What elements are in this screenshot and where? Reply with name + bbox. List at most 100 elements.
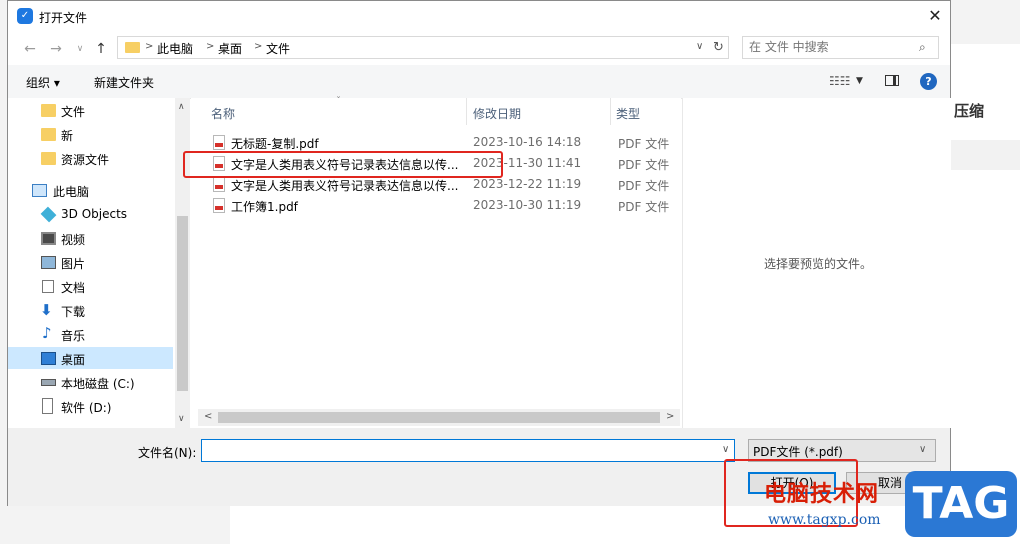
organize-button[interactable]: 组织 ▾ — [26, 74, 60, 91]
cube-icon — [40, 206, 57, 223]
folder-icon — [41, 152, 56, 165]
background-text: 压缩 — [954, 102, 985, 120]
column-header-name[interactable]: 名称 — [211, 105, 235, 122]
preview-placeholder: 选择要预览的文件。 — [764, 257, 873, 271]
sidebar-item-label: 文档 — [61, 281, 86, 295]
scroll-down-icon[interactable]: ∨ — [178, 414, 185, 424]
chevron-right-icon: > — [254, 41, 263, 52]
search-icon[interactable]: ⌕ — [919, 40, 926, 55]
download-icon: ⬇ — [40, 301, 53, 319]
sidebar-item-documents[interactable]: 文档 — [8, 275, 173, 297]
pdf-file-icon — [213, 177, 225, 192]
forward-arrow-icon[interactable]: → — [46, 41, 66, 57]
chevron-down-icon[interactable]: ∨ — [919, 444, 926, 455]
background-strip — [950, 140, 1020, 170]
breadcrumb-this-pc[interactable]: 此电脑 — [157, 40, 193, 57]
folder-icon — [41, 128, 56, 141]
file-date: 2023-10-30 11:19 — [473, 198, 582, 212]
preview-pane-icon[interactable] — [885, 75, 899, 86]
sidebar-item-label: 此电脑 — [53, 185, 90, 199]
breadcrumb-desktop[interactable]: 桌面 — [218, 40, 242, 57]
sidebar-item-label: 视频 — [61, 233, 86, 247]
preview-pane: 选择要预览的文件。 — [682, 98, 951, 428]
sidebar-item-drive-c[interactable]: 本地磁盘 (C:) — [8, 371, 173, 393]
sidebar-item-pictures[interactable]: 图片 — [8, 251, 173, 273]
sidebar-item-label: 资源文件 — [61, 153, 110, 167]
help-icon[interactable]: ? — [920, 73, 937, 90]
film-icon — [41, 232, 56, 245]
dialog-title: 打开文件 — [39, 11, 88, 25]
column-header-type[interactable]: 类型 — [616, 105, 640, 122]
file-row[interactable]: 无标题-复制.pdf 2023-10-16 14:18 PDF 文件 — [211, 132, 671, 153]
sidebar-item-3d-objects[interactable]: 3D Objects — [8, 203, 173, 225]
filename-input[interactable] — [206, 443, 706, 457]
file-date: 2023-12-22 11:19 — [473, 177, 582, 191]
navigation-pane: 文件 新 资源文件 此电脑 3D Objects 视频 图片 文档 ⬇ 下载 ♪… — [8, 98, 190, 428]
file-name: 文字是人类用表义符号记录表达信息以传... — [231, 179, 459, 193]
scroll-left-icon[interactable]: < — [204, 411, 212, 422]
filename-field[interactable]: ∨ — [201, 439, 735, 462]
horizontal-scrollbar[interactable]: < > — [198, 409, 680, 426]
sidebar-item-resources[interactable]: 资源文件 — [8, 147, 173, 169]
file-type: PDF 文件 — [618, 179, 670, 193]
breadcrumb-files[interactable]: 文件 — [266, 40, 290, 57]
open-file-dialog: ✓ 打开文件 ✕ ← → ∨ ↑ > 此电脑 > 桌面 > 文件 ∨ ↻ ⌕ 组… — [7, 0, 951, 506]
new-folder-button[interactable]: 新建文件夹 — [94, 74, 154, 91]
sidebar-item-label: 文件 — [61, 105, 86, 119]
sidebar-item-drive-d[interactable]: 软件 (D:) — [8, 395, 173, 417]
search-input[interactable] — [749, 40, 909, 54]
pdf-file-icon — [213, 135, 225, 150]
file-type: PDF 文件 — [618, 158, 670, 172]
chevron-right-icon: > — [145, 41, 154, 52]
sort-indicator-icon: ˇ — [336, 96, 341, 107]
sidebar-item-label: 桌面 — [61, 353, 86, 367]
file-list: ˇ 名称 修改日期 类型 无标题-复制.pdf 2023-10-16 14:18… — [191, 96, 681, 428]
filetype-value: PDF文件 (*.pdf) — [753, 445, 843, 459]
up-arrow-icon[interactable]: ↑ — [91, 41, 111, 57]
folder-icon — [125, 42, 140, 53]
sidebar-item-files[interactable]: 文件 — [8, 99, 173, 121]
command-bar: 组织 ▾ 新建文件夹 ☷☷ ▼ ? — [8, 65, 950, 99]
sidebar-item-label: 3D Objects — [61, 207, 128, 221]
sidebar-item-label: 软件 (D:) — [61, 401, 112, 415]
drive-icon — [42, 398, 53, 414]
sidebar-item-desktop[interactable]: 桌面 — [8, 347, 173, 369]
drive-icon — [41, 379, 56, 386]
column-divider[interactable] — [466, 98, 467, 125]
close-button[interactable]: ✕ — [920, 1, 950, 31]
address-bar[interactable]: > 此电脑 > 桌面 > 文件 ∨ — [117, 36, 719, 59]
view-dropdown-icon[interactable]: ▼ — [856, 76, 863, 86]
search-box[interactable]: ⌕ — [742, 36, 939, 59]
sidebar-item-new[interactable]: 新 — [8, 123, 173, 145]
chevron-down-icon[interactable]: ∨ — [696, 41, 703, 52]
refresh-button[interactable]: ↻ — [709, 36, 729, 59]
document-icon — [42, 280, 54, 293]
sidebar-item-downloads[interactable]: ⬇ 下载 — [8, 299, 173, 321]
file-date: 2023-10-16 14:18 — [473, 135, 582, 149]
folder-icon — [41, 104, 56, 117]
file-name: 工作簿1.pdf — [231, 200, 298, 214]
title-bar: ✓ 打开文件 ✕ — [8, 1, 950, 33]
view-options-icon[interactable]: ☷☷ — [829, 74, 851, 88]
highlight-box-file — [183, 151, 503, 178]
scrollbar-thumb[interactable] — [177, 216, 188, 391]
watermark-text: 电脑技术网 — [764, 482, 880, 507]
scroll-right-icon[interactable]: > — [666, 411, 674, 422]
sidebar-item-label: 新 — [61, 129, 74, 143]
column-header-date[interactable]: 修改日期 — [473, 105, 521, 122]
file-name: 无标题-复制.pdf — [231, 137, 319, 151]
chevron-down-icon[interactable]: ∨ — [722, 444, 729, 455]
sidebar-scrollbar[interactable]: ∧ ∨ — [175, 98, 190, 428]
scrollbar-thumb[interactable] — [218, 412, 660, 423]
scroll-up-icon[interactable]: ∧ — [178, 102, 185, 112]
sidebar-item-label: 下载 — [61, 305, 86, 319]
recent-locations-icon[interactable]: ∨ — [70, 41, 90, 57]
filename-label: 文件名(N): — [138, 446, 197, 460]
file-row[interactable]: 工作簿1.pdf 2023-10-30 11:19 PDF 文件 — [211, 195, 671, 216]
sidebar-item-music[interactable]: ♪ 音乐 — [8, 323, 173, 345]
column-divider[interactable] — [610, 98, 611, 125]
sidebar-item-videos[interactable]: 视频 — [8, 227, 173, 249]
back-arrow-icon[interactable]: ← — [20, 41, 40, 57]
file-type: PDF 文件 — [618, 137, 670, 151]
sidebar-item-this-pc[interactable]: 此电脑 — [8, 179, 173, 201]
